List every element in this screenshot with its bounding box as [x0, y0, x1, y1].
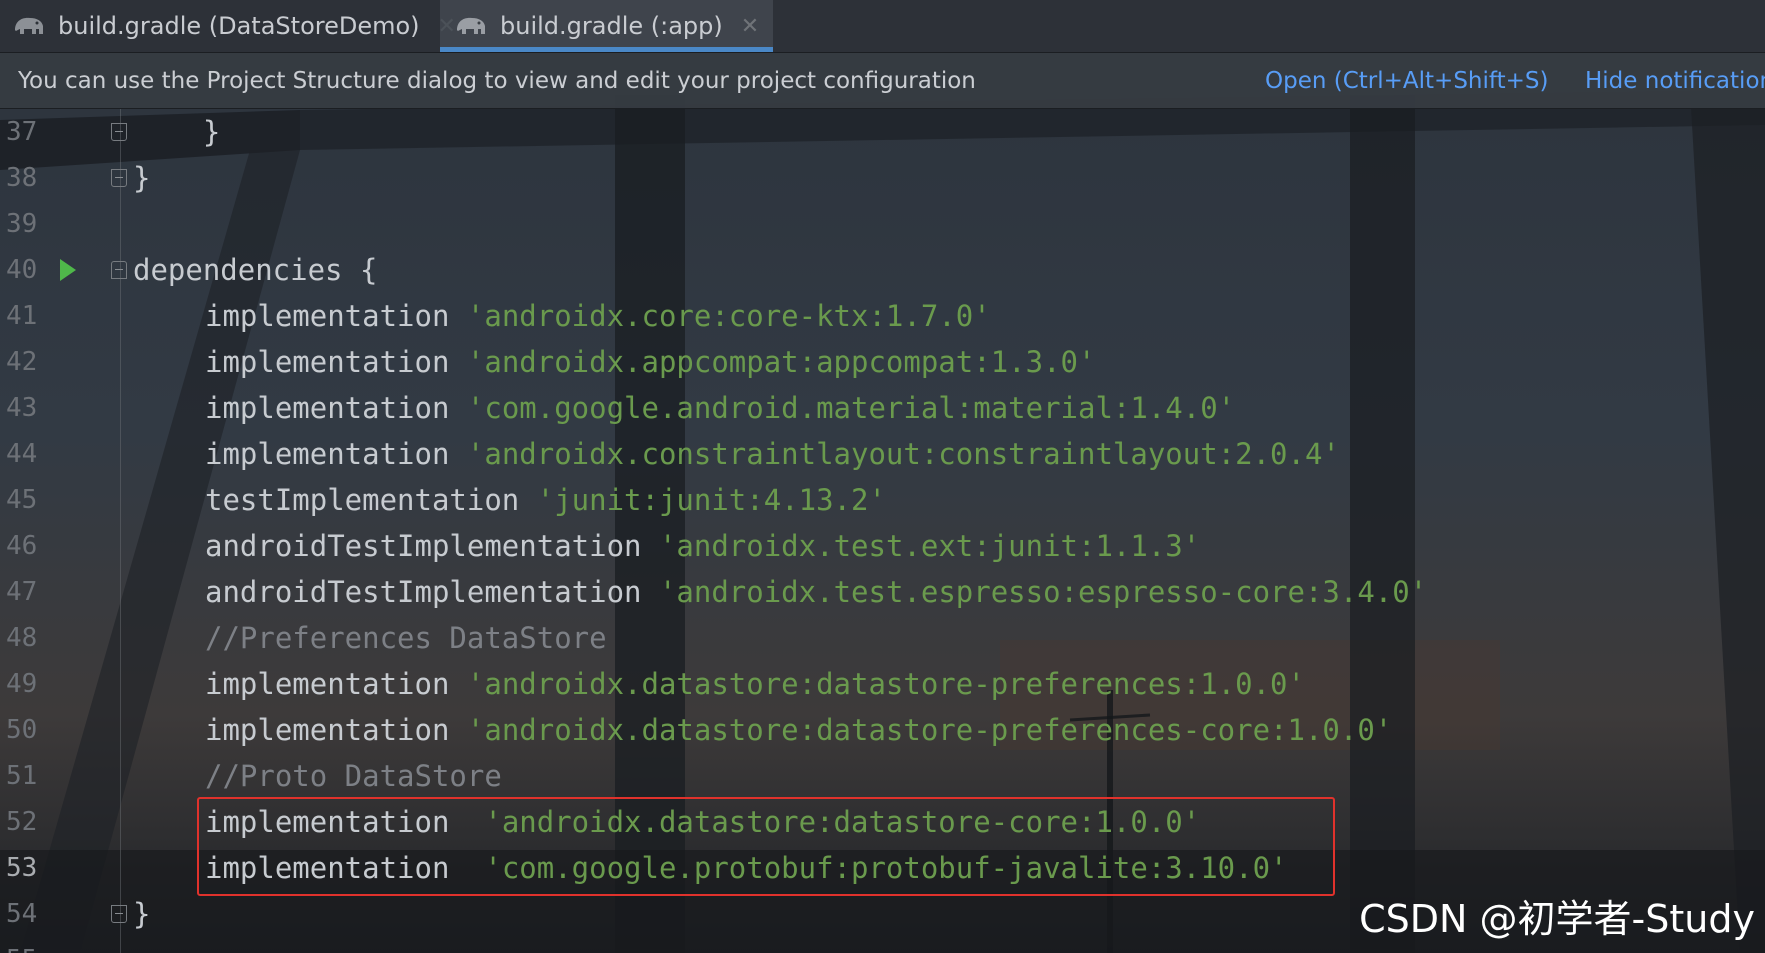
run-gutter-icon[interactable] [60, 259, 76, 281]
code-line: 38 } [0, 155, 1765, 201]
line-number: 51 [6, 761, 38, 791]
line-number: 44 [6, 439, 38, 469]
code-line: 44 implementation 'androidx.constraintla… [0, 431, 1765, 477]
project-structure-notification: You can use the Project Structure dialog… [0, 53, 1765, 109]
gradle-elephant-icon [454, 14, 488, 38]
dependency-string: 'androidx.appcompat:appcompat:1.3.0' [466, 345, 1096, 379]
code-line: 46 androidTestImplementation 'androidx.t… [0, 523, 1765, 569]
tab-build-gradle-app[interactable]: build.gradle (:app) ✕ [440, 0, 774, 52]
tab-build-gradle-project[interactable]: build.gradle (DataStoreDemo) ✕ [12, 0, 456, 52]
dependency-string: 'junit:junit:4.13.2' [536, 483, 886, 517]
code-line: 51 //Proto DataStore [0, 753, 1765, 799]
hide-notification-link[interactable]: Hide notification [1585, 68, 1765, 94]
code-text: implementation 'androidx.core:core-ktx:1… [205, 293, 991, 339]
code-text: androidTestImplementation 'androidx.test… [205, 523, 1200, 569]
line-number: 45 [6, 485, 38, 515]
editor-tab-bar: build.gradle (DataStoreDemo) ✕ build.gra… [0, 0, 1765, 53]
code-comment: //Proto DataStore [205, 759, 502, 793]
code-line: 41 implementation 'androidx.core:core-kt… [0, 293, 1765, 339]
gradle-elephant-icon [12, 14, 46, 38]
code-line: 49 implementation 'androidx.datastore:da… [0, 661, 1765, 707]
line-number: 50 [6, 715, 38, 745]
dependency-string: 'androidx.datastore:datastore-preference… [466, 667, 1305, 701]
code-text: dependencies { [133, 253, 378, 287]
fold-marker-icon[interactable] [111, 169, 127, 187]
code-line: 42 implementation 'androidx.appcompat:ap… [0, 339, 1765, 385]
dependency-config: implementation [205, 345, 450, 379]
line-number: 41 [6, 301, 38, 331]
code-text: testImplementation 'junit:junit:4.13.2' [205, 477, 886, 523]
code-line: 50 implementation 'androidx.datastore:da… [0, 707, 1765, 753]
line-number: 42 [6, 347, 38, 377]
dependency-config: androidTestImplementation [205, 575, 642, 609]
line-number: 54 [6, 899, 38, 929]
code-text: implementation 'com.google.android.mater… [205, 385, 1235, 431]
code-line: 43 implementation 'com.google.android.ma… [0, 385, 1765, 431]
dependency-string: 'androidx.constraintlayout:constraintlay… [466, 437, 1340, 471]
fold-marker-icon[interactable] [111, 261, 127, 279]
dependency-config: implementation [205, 437, 450, 471]
line-number: 38 [6, 163, 38, 193]
code-line: 37 } [0, 109, 1765, 155]
code-text: } [133, 115, 221, 149]
active-tab-indicator [440, 47, 774, 52]
dependency-string: 'androidx.test.ext:junit:1.1.3' [658, 529, 1201, 563]
line-number: 49 [6, 669, 38, 699]
notification-message: You can use the Project Structure dialog… [18, 67, 976, 94]
line-number: 40 [6, 255, 38, 285]
code-line: 48 //Preferences DataStore [0, 615, 1765, 661]
line-number: 37 [6, 117, 38, 147]
dependency-config: implementation [205, 299, 450, 333]
code-line: 40 dependencies { [0, 247, 1765, 293]
fold-marker-icon[interactable] [111, 123, 127, 141]
highlight-annotation-box [197, 797, 1335, 896]
line-number: 47 [6, 577, 38, 607]
code-text: androidTestImplementation 'androidx.test… [205, 569, 1427, 615]
dependency-config: androidTestImplementation [205, 529, 642, 563]
code-line: 47 androidTestImplementation 'androidx.t… [0, 569, 1765, 615]
code-text: } [133, 897, 151, 931]
code-text: implementation 'androidx.datastore:datas… [205, 707, 1392, 753]
line-number: 48 [6, 623, 38, 653]
code-text: implementation 'androidx.appcompat:appco… [205, 339, 1095, 385]
dependency-string: 'androidx.test.espresso:espresso-core:3.… [658, 575, 1428, 609]
dependency-config: implementation [205, 713, 450, 747]
tab-label: build.gradle (:app) [500, 12, 723, 40]
dependency-string: 'androidx.core:core-ktx:1.7.0' [466, 299, 991, 333]
code-text: } [133, 161, 151, 195]
open-project-structure-link[interactable]: Open (Ctrl+Alt+Shift+S) [1265, 68, 1548, 94]
dependency-string: 'androidx.datastore:datastore-preference… [466, 713, 1393, 747]
code-editor[interactable]: 37 } 38 } 39 40 dependencies { 41 implem… [0, 109, 1765, 953]
fold-marker-icon[interactable] [111, 905, 127, 923]
line-number: 46 [6, 531, 38, 561]
dependency-config: implementation [205, 667, 450, 701]
close-tab-icon[interactable]: ✕ [741, 14, 759, 39]
code-comment: //Preferences DataStore [205, 621, 607, 655]
dependency-string: 'com.google.android.material:material:1.… [466, 391, 1236, 425]
code-text: implementation 'androidx.constraintlayou… [205, 431, 1340, 477]
csdn-watermark: CSDN @初学者-Study [1359, 897, 1755, 941]
code-line: 39 [0, 201, 1765, 247]
dependency-config: testImplementation [205, 483, 520, 517]
line-number: 52 [6, 807, 38, 837]
line-number: 39 [6, 209, 38, 239]
line-number: 53 [6, 853, 38, 883]
line-number: 43 [6, 393, 38, 423]
tab-label: build.gradle (DataStoreDemo) [58, 12, 420, 40]
dependency-config: implementation [205, 391, 450, 425]
line-number: 55 [6, 937, 46, 953]
code-line: 45 testImplementation 'junit:junit:4.13.… [0, 477, 1765, 523]
code-text: implementation 'androidx.datastore:datas… [205, 661, 1305, 707]
